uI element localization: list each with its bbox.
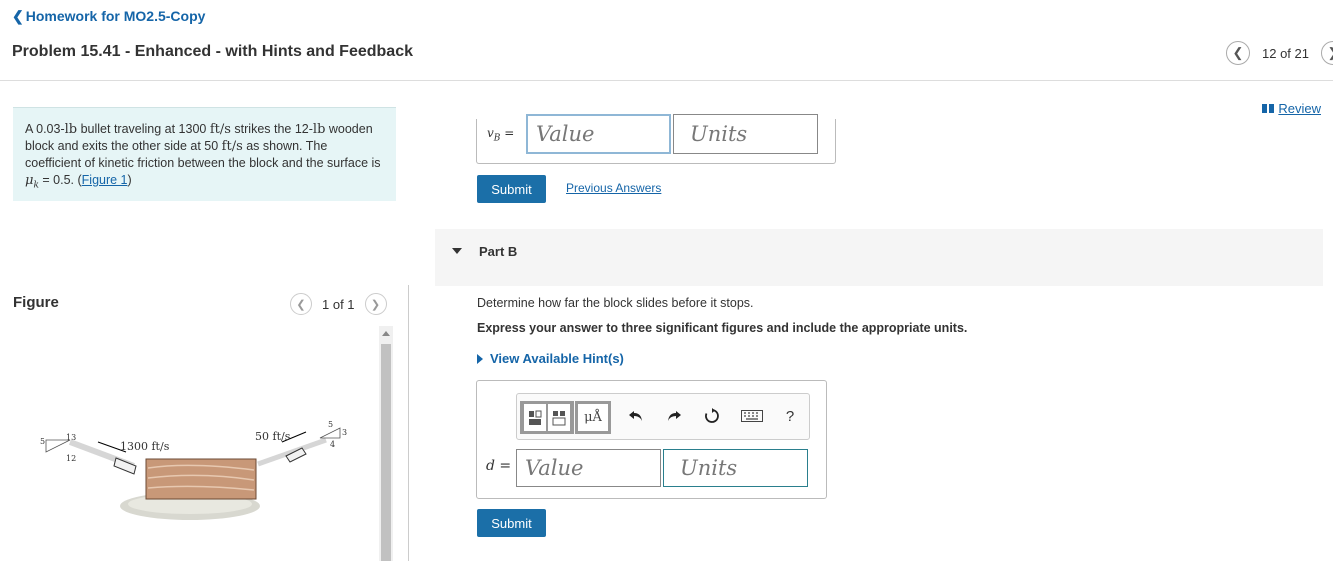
chevron-right-icon: ❯ [1328,45,1333,61]
figure-link[interactable]: Figure 1 [82,173,128,187]
chevron-left-icon: ❮ [1232,45,1244,60]
mu-k-symbol: μk [25,173,39,191]
part-a-value-input[interactable]: Value [526,114,671,154]
variable-symbol: v [487,126,494,140]
units-icon: μÅ [578,404,608,431]
figure-heading: Figure [13,294,59,311]
bullet-block-diagram: 5 13 12 1300 ft/s 50 ft/s 5 3 4 [40,420,347,520]
triangle-label: 4 [330,440,335,449]
part-a-submit-button[interactable]: Submit [477,175,546,203]
problem-text: ) [127,173,132,187]
figure-pager-text: 1 of 1 [322,296,355,312]
page-title: Problem 15.41 - Enhanced - with Hints an… [12,43,413,60]
previous-answers-link[interactable]: Previous Answers [566,181,661,195]
problem-pager-text: 12 of 21 [1262,45,1309,61]
figure-pager: ❮ 1 of 1 ❯ [290,293,387,315]
units-button[interactable]: μÅ [575,401,611,434]
figure-scrollbar[interactable] [379,326,393,561]
unit-fts: ft/s [221,139,243,154]
part-b-header[interactable] [435,229,1323,286]
next-figure-button[interactable]: ❯ [364,293,387,315]
velocity-in-label: 1300 ft/s [120,440,170,453]
scroll-up-icon[interactable] [382,331,390,336]
problem-text: A 0.03- [25,122,65,136]
problem-statement: A 0.03-lb bullet traveling at 1300 ft/s … [13,107,396,201]
problem-pager: ❮ 12 of 21 ❯ [1226,41,1333,65]
exponent-template-icon [548,404,570,431]
part-b-units-input[interactable]: Units [663,449,808,487]
equals-sign: = [500,126,515,140]
previous-problem-button[interactable]: ❮ [1226,41,1250,65]
problem-text: strikes the 12- [230,122,313,136]
problem-text: bullet traveling at 1300 [77,122,210,136]
back-to-assignment-link[interactable]: ❮ Homework for MO2.5-Copy [12,8,205,25]
right-slope-triangle: 5 3 4 [319,420,347,449]
next-problem-button[interactable]: ❯ [1321,41,1333,65]
unit-lb: lb [64,122,78,137]
header-divider [0,80,1333,81]
math-toolbar: μÅ ? [516,393,810,440]
review-link[interactable]: Review [1262,101,1321,116]
problem-text: = 0.5. ( [38,173,82,187]
chevron-left-icon: ❮ [12,8,24,24]
part-a-units-input[interactable]: Units [673,114,818,154]
unit-fts: ft/s [209,122,231,137]
undo-icon[interactable] [625,405,647,427]
redo-icon[interactable] [663,405,685,427]
fraction-template-icon [524,404,546,431]
review-label: Review [1278,101,1321,116]
part-b-value-input[interactable]: Value [516,449,661,487]
previous-figure-button[interactable]: ❮ [290,293,312,315]
expand-triangle-icon [477,353,483,364]
hint-label: View Available Hint(s) [490,351,624,366]
part-a-variable-label: vB = [487,126,514,143]
part-b-submit-button[interactable]: Submit [477,509,546,537]
variable-symbol: d [486,458,495,474]
chevron-left-icon: ❮ [296,298,306,311]
help-icon[interactable]: ? [779,405,801,427]
keyboard-icon[interactable] [738,405,766,427]
part-b-instruction: Express your answer to three significant… [477,321,968,335]
book-icon [1262,104,1275,113]
view-hints-link[interactable]: View Available Hint(s) [477,351,624,366]
collapse-triangle-icon[interactable] [452,248,462,254]
pane-divider [408,285,409,561]
triangle-label: 3 [342,428,347,437]
velocity-out-label: 50 ft/s [255,430,291,443]
equals-sign: = [494,458,512,474]
part-b-variable-label: d = [486,458,511,474]
triangle-label: 5 [40,437,45,446]
part-b-question: Determine how far the block slides befor… [477,296,754,310]
left-slope-triangle: 5 13 12 [40,433,76,463]
triangle-label: 5 [328,420,333,429]
chevron-right-icon: ❯ [370,298,381,311]
templates-button[interactable] [520,401,574,434]
scrollbar-thumb[interactable] [381,344,391,561]
back-link-label: Homework for MO2.5-Copy [25,8,206,24]
part-b-label: Part B [479,244,518,259]
unit-lb: lb [312,122,326,137]
triangle-label: 12 [66,454,76,463]
reset-icon[interactable] [701,405,723,427]
figure-image: 5 13 12 1300 ft/s 50 ft/s 5 3 4 [30,418,370,561]
